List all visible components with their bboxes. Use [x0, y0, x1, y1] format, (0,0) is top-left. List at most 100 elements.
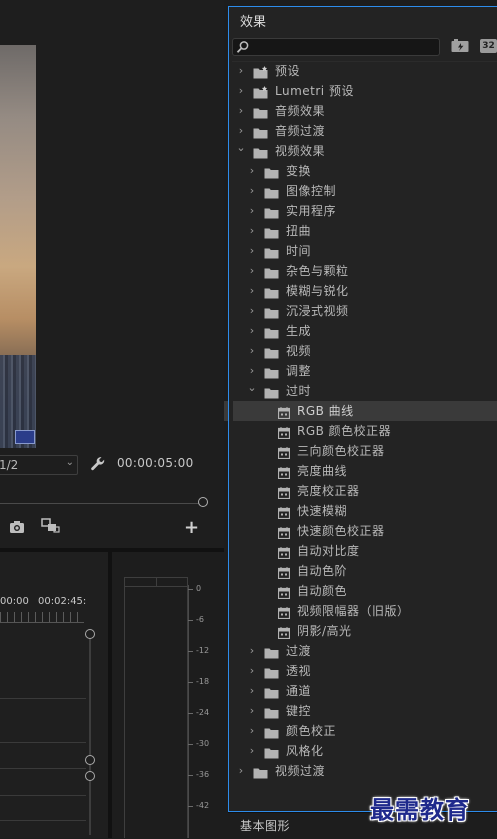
tree-item-label: 视频效果 — [275, 144, 326, 158]
effect-item[interactable]: 自动色阶 — [0, 561, 497, 581]
tree-item-label: 视频限幅器（旧版） — [297, 604, 410, 618]
chevron-right-icon[interactable]: › — [247, 221, 257, 241]
effect-item[interactable]: 三向颜色校正器 — [0, 441, 497, 461]
effect-item[interactable]: 阴影/高光 — [0, 621, 497, 641]
effect-item[interactable]: 视频限幅器（旧版） — [0, 601, 497, 621]
chevron-down-icon[interactable]: ⌄ — [247, 378, 257, 398]
tree-item-label: 调整 — [286, 364, 312, 378]
tree-item-label: 音频效果 — [275, 104, 326, 118]
tree-item-label: 快速模糊 — [297, 504, 348, 518]
effect-folder-row[interactable]: › 透视 — [0, 661, 497, 681]
tree-item-label: 生成 — [286, 324, 312, 338]
chevron-right-icon[interactable]: › — [247, 681, 257, 701]
effect-folder-row[interactable]: › 音频效果 — [0, 101, 497, 121]
chevron-right-icon[interactable]: › — [247, 201, 257, 221]
tree-item-label: 沉浸式视频 — [286, 304, 349, 318]
effect-folder-row[interactable]: › 扭曲 — [0, 221, 497, 241]
tree-item-label: 三向颜色校正器 — [297, 444, 385, 458]
effect-folder-row[interactable]: › 沉浸式视频 — [0, 301, 497, 321]
effect-folder-row[interactable]: › Lumetri 预设 — [0, 81, 497, 101]
tree-item-label: 快速颜色校正器 — [297, 524, 385, 538]
chevron-right-icon[interactable]: › — [247, 721, 257, 741]
chevron-down-icon[interactable]: ⌄ — [236, 138, 246, 158]
chevron-right-icon[interactable]: › — [247, 261, 257, 281]
effect-item[interactable]: 快速颜色校正器 — [0, 521, 497, 541]
track-divider — [0, 795, 86, 796]
tree-item-label: RGB 曲线 — [297, 404, 354, 418]
chevron-right-icon[interactable]: › — [247, 161, 257, 181]
tree-item-label: 过渡 — [286, 644, 312, 658]
effect-item[interactable]: 亮度曲线 — [0, 461, 497, 481]
tree-item-label: 图像控制 — [286, 184, 337, 198]
effect-folder-row[interactable]: › 键控 — [0, 701, 497, 721]
chevron-right-icon[interactable]: › — [247, 281, 257, 301]
chevron-right-icon[interactable]: › — [247, 661, 257, 681]
tree-item-label: 视频 — [286, 344, 312, 358]
tree-item-label: 预设 — [275, 64, 301, 78]
effect-folder-row[interactable]: › 通道 — [0, 681, 497, 701]
chevron-right-icon[interactable]: › — [236, 761, 246, 781]
effect-folder-row[interactable]: › 颜色校正 — [0, 721, 497, 741]
tree-item-label: 实用程序 — [286, 204, 337, 218]
tree-item-label: 亮度校正器 — [297, 484, 360, 498]
effect-item[interactable]: 快速模糊 — [0, 501, 497, 521]
effect-item[interactable]: 亮度校正器 — [0, 481, 497, 501]
chevron-right-icon[interactable]: › — [247, 701, 257, 721]
effect-item[interactable]: 自动颜色 — [0, 581, 497, 601]
selection-highlight — [233, 401, 497, 421]
effect-item[interactable]: 自动对比度 — [0, 541, 497, 561]
effect-item[interactable]: RGB 颜色校正器 — [0, 421, 497, 441]
tree-item-label: Lumetri 预设 — [275, 84, 354, 98]
tree-item-label: 音频过渡 — [275, 124, 326, 138]
chevron-right-icon[interactable]: › — [236, 101, 246, 121]
folder-icon — [253, 765, 268, 785]
effect-folder-row[interactable]: › 音频过渡 — [0, 121, 497, 141]
accelerated-effects-filter-icon[interactable] — [451, 39, 470, 53]
db-label: -42 — [196, 801, 210, 810]
tree-item-label: RGB 颜色校正器 — [297, 424, 392, 438]
tree-item-label: 扭曲 — [286, 224, 312, 238]
effect-folder-row[interactable]: › 图像控制 — [0, 181, 497, 201]
tree-item-label: 自动色阶 — [297, 564, 348, 578]
effect-folder-row[interactable]: › 风格化 — [0, 741, 497, 761]
tree-item-label: 颜色校正 — [286, 724, 337, 738]
tree-item-label: 阴影/高光 — [297, 624, 352, 638]
effect-folder-row[interactable]: › 视频 — [0, 341, 497, 361]
panel-title[interactable]: 效果 — [240, 11, 266, 30]
chevron-right-icon[interactable]: › — [247, 641, 257, 661]
tree-item-label: 模糊与锐化 — [286, 284, 349, 298]
effect-folder-row[interactable]: ⌄ 过时 — [0, 381, 497, 401]
chevron-right-icon[interactable]: › — [247, 301, 257, 321]
tree-item-label: 时间 — [286, 244, 312, 258]
tree-item-label: 通道 — [286, 684, 312, 698]
effect-folder-row[interactable]: › 视频过渡 — [0, 761, 497, 781]
tree-item-label: 亮度曲线 — [297, 464, 348, 478]
effect-folder-row[interactable]: ⌄ 视频效果 — [0, 141, 497, 161]
effects-search-input[interactable] — [232, 38, 440, 56]
watermark-logo: 最需教育 — [370, 795, 470, 824]
effect-folder-row[interactable]: › 变换 — [0, 161, 497, 181]
effect-folder-row[interactable]: › 实用程序 — [0, 201, 497, 221]
chevron-right-icon[interactable]: › — [247, 741, 257, 761]
effect-folder-row[interactable]: › 过渡 — [0, 641, 497, 661]
chevron-right-icon[interactable]: › — [236, 81, 246, 101]
chevron-right-icon[interactable]: › — [247, 181, 257, 201]
chevron-right-icon[interactable]: › — [247, 321, 257, 341]
chevron-right-icon[interactable]: › — [247, 241, 257, 261]
db-tick — [188, 806, 193, 807]
effect-folder-row[interactable]: › 预设 — [0, 61, 497, 81]
effect-folder-row[interactable]: › 模糊与锐化 — [0, 281, 497, 301]
tree-item-label: 键控 — [286, 704, 312, 718]
tree-item-label: 自动对比度 — [297, 544, 360, 558]
essential-graphics-title[interactable]: 基本图形 — [240, 817, 290, 834]
tree-item-label: 透视 — [286, 664, 312, 678]
search-icon — [236, 40, 250, 54]
track-divider — [0, 820, 86, 821]
effect-folder-row[interactable]: › 时间 — [0, 241, 497, 261]
chevron-right-icon[interactable]: › — [247, 341, 257, 361]
effect-folder-row[interactable]: › 杂色与颗粒 — [0, 261, 497, 281]
effect-item[interactable]: RGB 曲线 — [0, 401, 497, 421]
bit32-filter-icon[interactable]: 32 — [480, 39, 497, 53]
effect-folder-row[interactable]: › 生成 — [0, 321, 497, 341]
chevron-right-icon[interactable]: › — [236, 61, 246, 81]
